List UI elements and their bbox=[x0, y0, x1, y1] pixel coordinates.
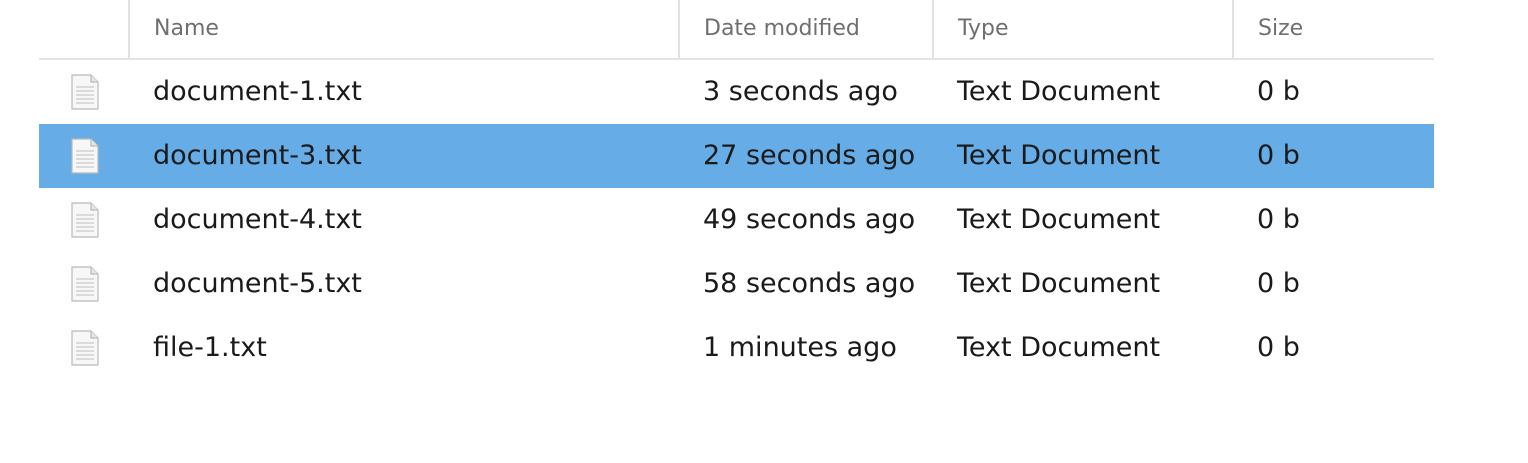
column-header-icon bbox=[39, 0, 128, 58]
file-size: 0 b bbox=[1257, 76, 1300, 107]
file-type: Text Document bbox=[957, 268, 1161, 299]
file-type: Text Document bbox=[957, 140, 1161, 171]
text-file-icon bbox=[71, 202, 99, 238]
file-row[interactable]: document-1.txt 3 seconds ago Text Docume… bbox=[39, 60, 1434, 124]
file-date-modified: 27 seconds ago bbox=[703, 140, 916, 171]
text-file-icon bbox=[71, 138, 99, 174]
file-rows: document-1.txt 3 seconds ago Text Docume… bbox=[39, 60, 1434, 380]
column-header-row: Name Date modified Type Size bbox=[39, 0, 1434, 60]
file-name: document-1.txt bbox=[153, 76, 362, 107]
column-header-type[interactable]: Type bbox=[932, 0, 1232, 58]
file-date-modified: 3 seconds ago bbox=[703, 76, 898, 107]
file-date-modified: 49 seconds ago bbox=[703, 204, 916, 235]
file-size: 0 b bbox=[1257, 332, 1300, 363]
file-date-modified: 1 minutes ago bbox=[703, 332, 897, 363]
file-row[interactable]: document-4.txt 49 seconds ago Text Docum… bbox=[39, 188, 1434, 252]
text-file-icon bbox=[71, 74, 99, 110]
file-name: file-1.txt bbox=[153, 332, 267, 363]
file-type: Text Document bbox=[957, 332, 1161, 363]
column-header-date-modified[interactable]: Date modified bbox=[678, 0, 932, 58]
file-list-table: Name Date modified Type Size document-1.… bbox=[39, 0, 1434, 380]
file-type: Text Document bbox=[957, 204, 1161, 235]
file-size: 0 b bbox=[1257, 268, 1300, 299]
file-name: document-3.txt bbox=[153, 140, 362, 171]
file-size: 0 b bbox=[1257, 140, 1300, 171]
column-header-size[interactable]: Size bbox=[1232, 0, 1434, 58]
file-row[interactable]: document-5.txt 58 seconds ago Text Docum… bbox=[39, 252, 1434, 316]
file-row[interactable]: document-3.txt 27 seconds ago Text Docum… bbox=[39, 124, 1434, 188]
file-size: 0 b bbox=[1257, 204, 1300, 235]
file-name: document-5.txt bbox=[153, 268, 362, 299]
file-row[interactable]: file-1.txt 1 minutes ago Text Document 0… bbox=[39, 316, 1434, 380]
text-file-icon bbox=[71, 330, 99, 366]
file-type: Text Document bbox=[957, 76, 1161, 107]
file-date-modified: 58 seconds ago bbox=[703, 268, 916, 299]
text-file-icon bbox=[71, 266, 99, 302]
column-header-name[interactable]: Name bbox=[128, 0, 678, 58]
file-name: document-4.txt bbox=[153, 204, 362, 235]
